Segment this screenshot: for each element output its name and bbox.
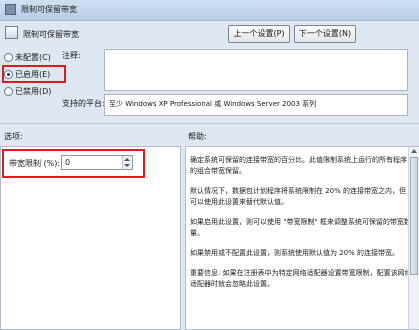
policy-setting-icon [5, 26, 18, 39]
help-paragraph: 如果禁用或不配置此设置，则系统使用默认值为 20% 的连接带宽。 [190, 249, 400, 257]
help-paragraph: 重要信息: 如果在注册表中为特定网络适配器设置带宽限制，配置该网络适配器时就会忽… [190, 269, 412, 288]
comment-field[interactable] [104, 49, 408, 91]
radio-label: 未配置(C) [15, 53, 51, 62]
radio-disabled[interactable]: 已禁用(D) [4, 86, 54, 98]
policy-app-icon [5, 4, 16, 15]
next-setting-button[interactable]: 下一个设置(N) [294, 25, 356, 43]
title-bar: 限制可保留带宽 [0, 0, 419, 21]
radio-not-configured[interactable]: 未配置(C) [4, 52, 54, 64]
section-divider [0, 123, 419, 124]
supported-platforms-label: 支持的平台: [62, 99, 105, 108]
scrollbar-thumb[interactable] [410, 157, 418, 275]
window-title: 限制可保留带宽 [21, 5, 77, 14]
policy-name: 限制可保留带宽 [23, 30, 79, 39]
comment-label: 注释: [62, 51, 81, 60]
help-paragraph: 默认情况下，数据包计划程序将系统限制在 20% 的连接带宽之内，但可以使用此设置… [190, 187, 407, 206]
options-section-label: 选项: [4, 132, 23, 141]
scroll-up-icon[interactable] [411, 149, 417, 153]
help-paragraph: 确定系统可保留的连接带宽的百分比。此值限制系统上运行的所有程序的组合带宽保留。 [190, 156, 407, 175]
supported-platforms-field: 至少 Windows XP Professional 或 Windows Ser… [104, 94, 408, 116]
annotation-highlight [2, 149, 145, 178]
radio-circle[interactable] [4, 53, 13, 62]
help-section-label: 帮助: [188, 132, 207, 141]
previous-setting-button[interactable]: 上一个设置(P) [228, 25, 290, 43]
help-text: 确定系统可保留的连接带宽的百分比。此值限制系统上运行的所有程序的组合带宽保留。 … [190, 155, 412, 299]
help-scrollbar[interactable] [408, 147, 419, 329]
annotation-highlight [2, 65, 66, 83]
help-paragraph: 如果启用此设置，则可以使用 "带宽限制" 框来调整系统可保留的带宽数量。 [190, 218, 411, 237]
radio-circle[interactable] [4, 87, 13, 96]
radio-label: 已禁用(D) [15, 87, 52, 96]
